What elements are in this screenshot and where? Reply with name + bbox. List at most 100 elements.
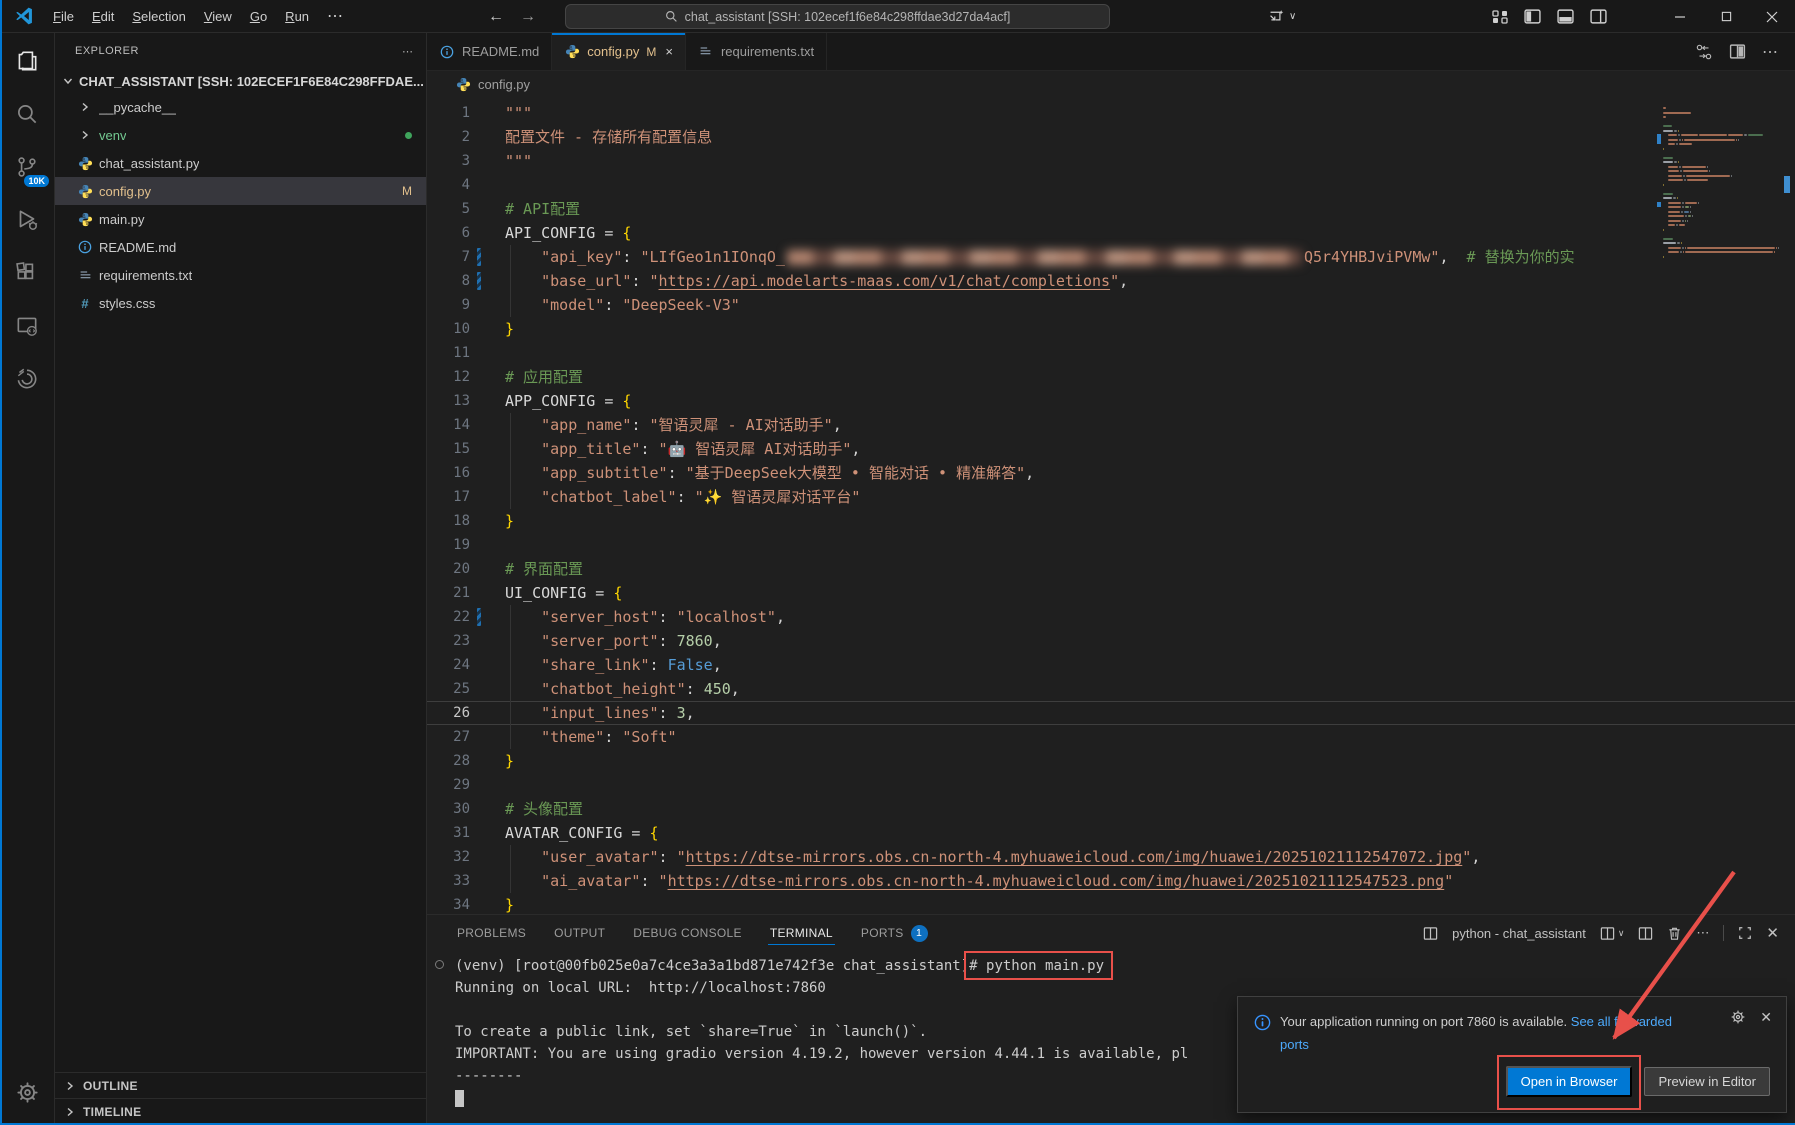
panel-tab-debug-console[interactable]: DEBUG CONSOLE — [631, 917, 744, 949]
code-line-14[interactable]: 14 "app_name": "智语灵犀 - AI对话助手", — [427, 413, 1795, 437]
code-line-32[interactable]: 32 "user_avatar": "https://dtse-mirrors.… — [427, 845, 1795, 869]
maximize-panel-icon[interactable] — [1738, 926, 1752, 940]
notification-settings-gear-icon[interactable] — [1730, 1009, 1746, 1025]
toggle-panel-icon[interactable] — [1557, 8, 1574, 25]
notification-close-icon[interactable]: ✕ — [1760, 1009, 1772, 1026]
code-line-27[interactable]: 27 "theme": "Soft" — [427, 725, 1795, 749]
file-item-chat_assistant.py[interactable]: chat_assistant.py — [55, 149, 426, 177]
code-line-30[interactable]: 30# 头像配置 — [427, 797, 1795, 821]
code-line-29[interactable]: 29 — [427, 773, 1795, 797]
code-line-31[interactable]: 31AVATAR_CONFIG = { — [427, 821, 1795, 845]
more-actions-icon[interactable]: ⋯ — [1762, 42, 1779, 62]
settings-gear-icon[interactable] — [11, 1076, 43, 1108]
code-line-9[interactable]: 9 "model": "DeepSeek-V3" — [427, 293, 1795, 317]
panel-tab-output[interactable]: OUTPUT — [552, 917, 607, 949]
menu-overflow[interactable]: ⋯ — [318, 2, 353, 30]
file-item-requirements.txt[interactable]: requirements.txt — [55, 261, 426, 289]
open-changes-icon[interactable] — [1695, 43, 1713, 61]
trash-icon[interactable] — [1667, 926, 1682, 941]
extensions-icon[interactable] — [11, 257, 43, 289]
code-line-18[interactable]: 18} — [427, 509, 1795, 533]
chevron-down-icon[interactable]: ∨ — [1618, 928, 1625, 939]
code-line-4[interactable]: 4 — [427, 173, 1795, 197]
split-terminal-icon[interactable] — [1600, 926, 1615, 941]
preview-in-editor-button[interactable]: Preview in Editor — [1644, 1067, 1770, 1096]
menu-selection[interactable]: Selection — [123, 5, 194, 28]
code-line-24[interactable]: 24 "share_link": False, — [427, 653, 1795, 677]
file-item-main.py[interactable]: main.py — [55, 205, 426, 233]
explorer-more-actions[interactable]: ⋯ — [402, 45, 414, 58]
code-line-1[interactable]: 1""" — [427, 101, 1795, 125]
code-line-13[interactable]: 13APP_CONFIG = { — [427, 389, 1795, 413]
file-item-README.md[interactable]: README.md — [55, 233, 426, 261]
menu-go[interactable]: Go — [241, 5, 276, 28]
panel-more-icon[interactable]: ⋯ — [1696, 925, 1709, 941]
outline-section[interactable]: OUTLINE — [55, 1072, 426, 1098]
toggle-secondary-sidebar-icon[interactable] — [1590, 8, 1607, 25]
open-in-browser-button[interactable]: Open in Browser — [1506, 1066, 1633, 1097]
back-arrow-icon[interactable]: ← — [488, 8, 504, 26]
close-button[interactable] — [1749, 0, 1795, 33]
code-line-19[interactable]: 19 — [427, 533, 1795, 557]
tab-close-icon[interactable]: × — [665, 44, 673, 59]
run-debug-icon[interactable] — [11, 204, 43, 236]
toggle-sidebar-icon[interactable] — [1524, 8, 1541, 25]
code-line-26[interactable]: 26 "input_lines": 3, — [427, 701, 1795, 725]
minimap[interactable] — [1663, 107, 1775, 260]
source-control-icon[interactable]: 10K — [11, 151, 43, 183]
file-item-styles.css[interactable]: #styles.css — [55, 289, 426, 317]
customize-layout-icon[interactable] — [1492, 9, 1508, 25]
code-line-7[interactable]: 7 "api_key": "LIfGeo1n1IOnqO_Q5r4YHBJviP… — [427, 245, 1795, 269]
file-item-venv[interactable]: venv — [55, 121, 426, 149]
remote-explorer-icon[interactable] — [11, 310, 43, 342]
code-line-33[interactable]: 33 "ai_avatar": "https://dtse-mirrors.ob… — [427, 869, 1795, 893]
code-line-15[interactable]: 15 "app_title": "🤖 智语灵犀 AI对话助手", — [427, 437, 1795, 461]
code-text: AVATAR_CONFIG = { — [505, 821, 659, 845]
file-item-config.py[interactable]: config.pyM — [55, 177, 426, 205]
code-line-11[interactable]: 11 — [427, 341, 1795, 365]
menu-run[interactable]: Run — [276, 5, 318, 28]
split-editor-icon[interactable] — [1729, 43, 1746, 60]
remote-cast-control[interactable]: ∨ — [1268, 0, 1296, 33]
file-item-__pycache__[interactable]: __pycache__ — [55, 93, 426, 121]
code-line-16[interactable]: 16 "app_subtitle": "基于DeepSeek大模型 • 智能对话… — [427, 461, 1795, 485]
code-line-28[interactable]: 28} — [427, 749, 1795, 773]
menu-edit[interactable]: Edit — [83, 5, 123, 28]
panel-tab-problems[interactable]: PROBLEMS — [455, 917, 528, 949]
code-line-23[interactable]: 23 "server_port": 7860, — [427, 629, 1795, 653]
forward-arrow-icon[interactable]: → — [520, 8, 536, 26]
code-line-10[interactable]: 10} — [427, 317, 1795, 341]
tab-requirements.txt[interactable]: requirements.txt — [686, 33, 827, 70]
timeline-section[interactable]: TIMELINE — [55, 1098, 426, 1124]
new-pane-icon[interactable] — [1638, 926, 1653, 941]
panel-tab-ports[interactable]: PORTS1 — [859, 916, 930, 951]
tab-config.py[interactable]: config.pyM× — [552, 33, 686, 70]
maximize-button[interactable] — [1703, 0, 1749, 33]
code-line-17[interactable]: 17 "chatbot_label": "✨ 智语灵犀对话平台" — [427, 485, 1795, 509]
tab-README.md[interactable]: README.md — [427, 33, 552, 70]
code-line-12[interactable]: 12# 应用配置 — [427, 365, 1795, 389]
minimize-button[interactable] — [1657, 0, 1703, 33]
cloud-swirl-icon[interactable] — [11, 363, 43, 395]
explorer-icon[interactable] — [11, 45, 43, 77]
code-editor[interactable]: 1"""2配置文件 - 存储所有配置信息3"""45# API配置6API_CO… — [427, 97, 1795, 914]
command-center-search[interactable]: chat_assistant [SSH: 102ecef1f6e84c298ff… — [565, 4, 1110, 29]
panel-tab-terminal[interactable]: TERMINAL — [768, 917, 835, 949]
code-line-25[interactable]: 25 "chatbot_height": 450, — [427, 677, 1795, 701]
menu-file[interactable]: File — [44, 5, 83, 28]
code-line-3[interactable]: 3""" — [427, 149, 1795, 173]
code-line-34[interactable]: 34} — [427, 893, 1795, 914]
code-line-22[interactable]: 22 "server_host": "localhost", — [427, 605, 1795, 629]
breadcrumb[interactable]: config.py — [427, 71, 1795, 97]
close-panel-icon[interactable]: ✕ — [1766, 924, 1779, 942]
code-line-2[interactable]: 2配置文件 - 存储所有配置信息 — [427, 125, 1795, 149]
code-line-5[interactable]: 5# API配置 — [427, 197, 1795, 221]
code-line-6[interactable]: 6API_CONFIG = { — [427, 221, 1795, 245]
terminal-title[interactable]: python - chat_assistant — [1452, 926, 1586, 941]
search-sidebar-icon[interactable] — [11, 98, 43, 130]
code-line-8[interactable]: 8 "base_url": "https://api.modelarts-maa… — [427, 269, 1795, 293]
code-line-20[interactable]: 20# 界面配置 — [427, 557, 1795, 581]
menu-view[interactable]: View — [195, 5, 241, 28]
code-line-21[interactable]: 21UI_CONFIG = { — [427, 581, 1795, 605]
workspace-root-folder[interactable]: CHAT_ASSISTANT [SSH: 102ECEF1F6E84C298FF… — [55, 69, 426, 93]
